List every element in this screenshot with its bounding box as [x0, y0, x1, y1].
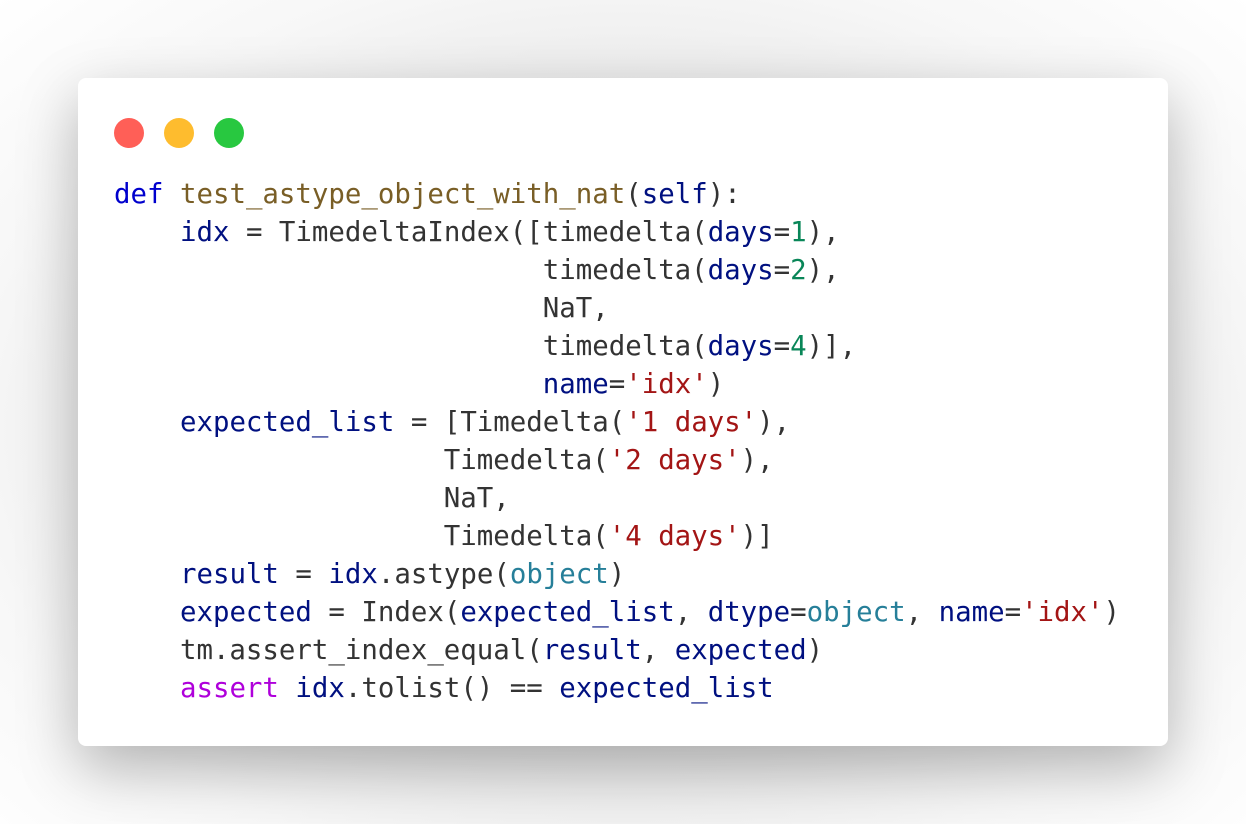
code-token: days [707, 331, 774, 362]
code-token: self [641, 179, 708, 210]
code-token: idx [179, 217, 230, 248]
code-token: idx [295, 673, 345, 704]
code-token: result [179, 559, 279, 590]
code-token: , [674, 597, 708, 628]
code-token: = [Timedelta( [394, 407, 626, 438]
code-window: def test_astype_object_with_nat(self): i… [78, 78, 1168, 746]
code-token: name [938, 597, 1005, 628]
code-line: timedelta(days=2), [114, 252, 1120, 290]
code-token: = [608, 369, 626, 400]
code-token: '1 days' [625, 407, 758, 438]
code-line: timedelta(days=4)], [114, 328, 1120, 366]
code-token: ) [707, 369, 725, 400]
code-token: 4 [790, 331, 807, 362]
code-token: ), [757, 407, 791, 438]
code-token: assert [179, 673, 279, 704]
code-token: timedelta( [114, 331, 708, 362]
code-token: = Index( [311, 597, 461, 628]
code-block: def test_astype_object_with_nat(self): i… [114, 176, 1120, 708]
code-line: def test_astype_object_with_nat(self): [114, 176, 1120, 214]
code-token: expected_list [179, 407, 395, 438]
code-token: 'idx' [625, 369, 708, 400]
code-token: expected [179, 597, 312, 628]
code-token: name [542, 369, 609, 400]
code-token: = TimedeltaIndex([timedelta( [229, 217, 708, 248]
code-line: expected_list = [Timedelta('1 days'), [114, 404, 1120, 442]
code-token: ) [1103, 597, 1121, 628]
code-line: Timedelta('2 days'), [114, 442, 1120, 480]
code-line: expected = Index(expected_list, dtype=ob… [114, 594, 1120, 632]
code-line: tm.assert_index_equal(result, expected) [114, 632, 1120, 670]
code-line: NaT, [114, 480, 1120, 518]
code-token: )], [806, 331, 857, 362]
code-token: expected_list [559, 673, 774, 704]
code-token: days [707, 255, 774, 286]
code-token: = [773, 255, 791, 286]
code-line: Timedelta('4 days')] [114, 518, 1120, 556]
code-token: , [905, 597, 939, 628]
close-dot-icon [114, 118, 144, 148]
code-token: expected [674, 635, 807, 666]
code-token: = [773, 217, 791, 248]
code-token: = [278, 559, 329, 590]
minimize-dot-icon [164, 118, 194, 148]
code-token: NaT, [114, 293, 609, 324]
code-token: expected_list [460, 597, 675, 628]
code-token: .tolist() == [344, 673, 560, 704]
code-token: 2 [790, 255, 807, 286]
code-token: = [1004, 597, 1022, 628]
code-token: , [641, 635, 675, 666]
code-token: idx [328, 559, 378, 590]
code-line: assert idx.tolist() == expected_list [114, 670, 1120, 708]
zoom-dot-icon [214, 118, 244, 148]
code-token: test_astype_object_with_nat [179, 179, 626, 210]
code-token: NaT, [114, 483, 510, 514]
code-token: ): [707, 179, 741, 210]
code-token: dtype [707, 597, 791, 628]
code-token: ) [608, 559, 626, 590]
code-token: object [509, 559, 609, 590]
code-token: Timedelta( [114, 521, 609, 552]
code-token: tm.assert_index_equal( [114, 635, 543, 666]
code-token: Timedelta( [114, 445, 609, 476]
code-token: days [707, 217, 774, 248]
code-token: .astype( [377, 559, 510, 590]
code-token: ( [625, 179, 642, 210]
code-token: object [806, 597, 906, 628]
code-token: ) [806, 635, 824, 666]
code-token: ), [806, 217, 840, 248]
code-token: result [542, 635, 642, 666]
code-line: name='idx') [114, 366, 1120, 404]
code-token: 1 [790, 217, 807, 248]
code-token: ), [740, 445, 774, 476]
code-token: 'idx' [1021, 597, 1104, 628]
code-token: = [773, 331, 791, 362]
code-token: timedelta( [114, 255, 708, 286]
code-token: def [114, 179, 164, 210]
code-token: ), [806, 255, 840, 286]
code-token: = [790, 597, 807, 628]
code-line: NaT, [114, 290, 1120, 328]
code-line: idx = TimedeltaIndex([timedelta(days=1), [114, 214, 1120, 252]
code-token: )] [740, 521, 774, 552]
code-token: '2 days' [608, 445, 741, 476]
code-token: '4 days' [608, 521, 741, 552]
code-line: result = idx.astype(object) [114, 556, 1120, 594]
